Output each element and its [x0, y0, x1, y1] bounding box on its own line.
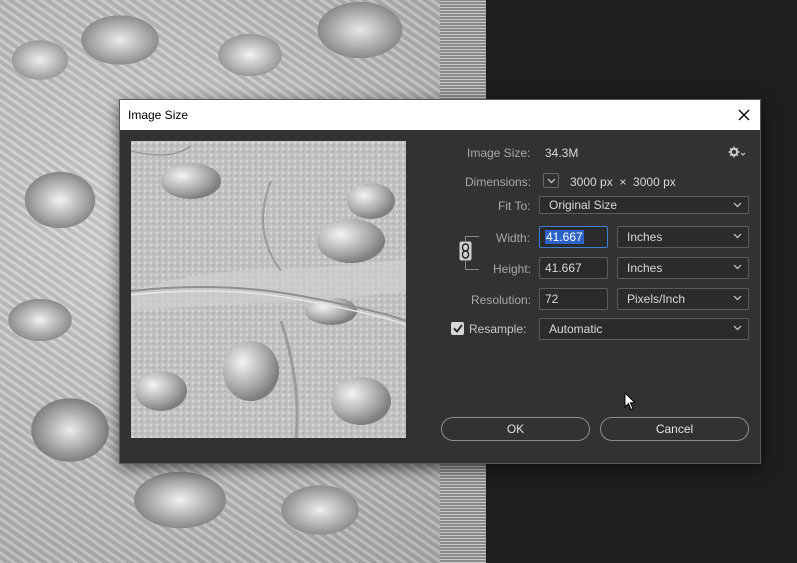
- mouse-cursor-icon: [624, 391, 637, 411]
- width-input[interactable]: 41.667: [539, 226, 608, 248]
- chevron-down-icon: [547, 178, 555, 183]
- dimensions-label: Dimensions:: [465, 175, 532, 189]
- width-value: 41.667: [545, 230, 584, 244]
- dimensions-unit-toggle[interactable]: [543, 173, 559, 188]
- width-unit-value: Inches: [627, 230, 663, 244]
- height-unit-select[interactable]: Inches: [617, 257, 749, 279]
- link-icon: [459, 241, 472, 261]
- width-label: Width:: [496, 231, 531, 245]
- height-input[interactable]: 41.667: [539, 257, 608, 279]
- height-label: Height:: [493, 262, 532, 276]
- constrain-proportions-button[interactable]: [459, 241, 472, 261]
- fit-to-label: Fit To:: [498, 199, 531, 213]
- resolution-value: 72: [545, 292, 559, 306]
- chevron-down-icon: [733, 295, 742, 301]
- resample-method-select[interactable]: Automatic: [539, 318, 749, 340]
- resample-label: Resample:: [469, 322, 527, 336]
- mouse-cursor: [624, 391, 637, 416]
- gear-icon: [728, 146, 746, 158]
- image-size-value: 34.3M: [545, 146, 579, 160]
- cancel-button[interactable]: Cancel: [600, 417, 749, 441]
- image-size-dialog: Image Size Image Size: 34.3M Dimensions:…: [119, 99, 761, 464]
- resolution-label: Resolution:: [471, 293, 532, 307]
- chevron-down-icon: [733, 325, 742, 331]
- dimensions-value: 3000 px × 3000 px: [570, 175, 676, 189]
- resolution-unit-select[interactable]: Pixels/Inch: [617, 288, 749, 310]
- width-unit-select[interactable]: Inches: [617, 226, 749, 248]
- chevron-down-icon: [733, 202, 742, 208]
- resolution-input[interactable]: 72: [539, 288, 608, 310]
- ok-button[interactable]: OK: [441, 417, 590, 441]
- preview-terrain: [131, 141, 406, 438]
- image-size-label: Image Size:: [467, 146, 531, 160]
- chevron-down-icon: [733, 233, 742, 239]
- checkmark-icon: [452, 324, 463, 333]
- settings-button[interactable]: [728, 145, 746, 163]
- resample-method-value: Automatic: [549, 322, 603, 336]
- resolution-unit-value: Pixels/Inch: [627, 292, 686, 306]
- image-preview[interactable]: [131, 141, 406, 438]
- close-icon: [738, 109, 750, 121]
- resample-checkbox[interactable]: [451, 322, 464, 335]
- close-button[interactable]: [728, 100, 760, 130]
- fit-to-select[interactable]: Original Size: [539, 196, 749, 214]
- dialog-titlebar: Image Size: [120, 100, 760, 130]
- chevron-down-icon: [733, 264, 742, 270]
- dialog-title: Image Size: [128, 108, 189, 122]
- height-unit-value: Inches: [627, 261, 663, 275]
- fit-to-value: Original Size: [549, 198, 618, 212]
- height-value: 41.667: [545, 261, 582, 275]
